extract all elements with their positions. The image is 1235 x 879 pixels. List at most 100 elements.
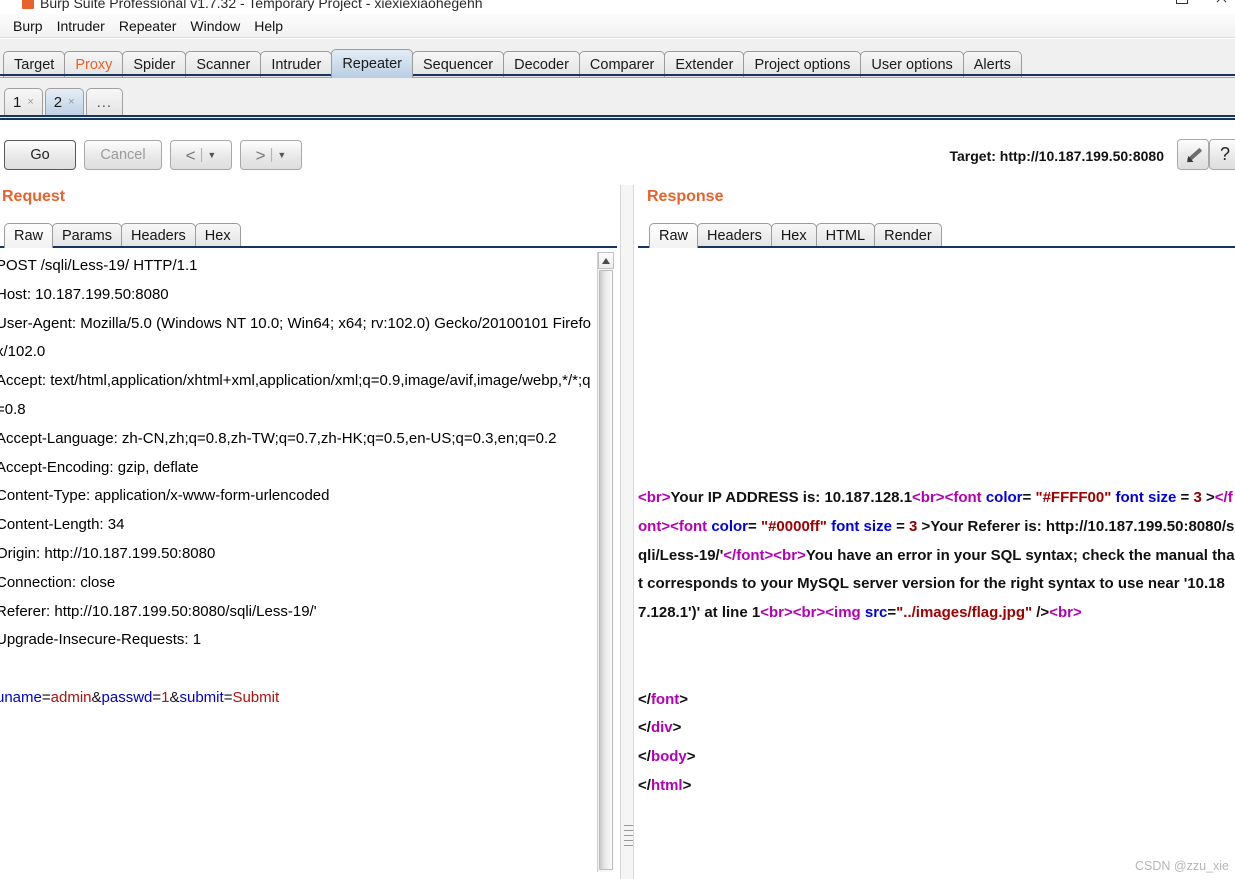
response-token-plain: >: [917, 517, 931, 535]
menu-item-window[interactable]: Window: [183, 16, 247, 36]
request-header-line: Connection: close: [0, 573, 116, 591]
request-header-line: Accept: text/html,application/xhtml+xml,…: [0, 372, 591, 418]
response-token-plain: Your IP ADDRESS is: 10.187.128.1: [670, 489, 913, 506]
response-tab-html[interactable]: HTML: [815, 223, 876, 248]
repeater-tabstrip-underline: [0, 115, 1235, 117]
response-token-tag: <font: [670, 517, 712, 535]
response-tab-hex[interactable]: Hex: [770, 223, 817, 248]
response-token-attr: font size: [826, 517, 892, 535]
request-header-line: Origin: http://10.187.199.50:8080: [0, 544, 216, 562]
edit-target-button[interactable]: [1177, 139, 1209, 170]
scroll-up-button[interactable]: [598, 252, 614, 269]
response-tab-headers[interactable]: Headers: [697, 223, 772, 248]
close-icon[interactable]: [1215, 0, 1229, 5]
response-token-tag: body: [650, 748, 687, 766]
cancel-button[interactable]: Cancel: [84, 140, 162, 170]
menu-item-help[interactable]: Help: [247, 16, 290, 36]
scrollbar-thumb[interactable]: [599, 270, 613, 870]
response-token-val: "#FFFF00": [1035, 489, 1112, 506]
close-icon[interactable]: ×: [27, 96, 33, 108]
request-header-line: Accept-Language: zh-CN,zh;q=0.8,zh-TW;q=…: [0, 429, 557, 447]
response-token-tag: <br>: [638, 489, 671, 506]
response-token-plain: =: [891, 517, 910, 535]
request-tab-raw[interactable]: Raw: [4, 223, 54, 248]
back-button[interactable]: < | ▼: [170, 140, 232, 170]
repeater-tab-label: 2: [53, 93, 63, 111]
response-token-attr: font size: [1111, 489, 1177, 506]
chevron-down-icon[interactable]: ▼: [277, 150, 286, 160]
panel-splitter[interactable]: [620, 185, 634, 879]
maximize-icon[interactable]: [1175, 0, 1189, 5]
response-tabs-underline: [638, 246, 1235, 248]
main-tab-strip: Target Proxy Spider Scanner Intruder Repeater…: [0, 39, 1235, 78]
response-token-tag: <br>: [773, 546, 806, 564]
request-header-line: Accept-Encoding: gzip, deflate: [0, 458, 199, 476]
response-token-tag: <br>: [1049, 604, 1082, 622]
repeater-tab-2[interactable]: 2 ×: [44, 88, 84, 115]
request-param-name: submit: [179, 688, 224, 706]
response-token-plain: >: [1201, 489, 1215, 506]
response-token-plain: =: [1176, 489, 1194, 506]
request-header-line: POST /sqli/Less-19/ HTTP/1.1: [0, 257, 198, 274]
request-tab-hex[interactable]: Hex: [194, 223, 241, 248]
watermark: CSDN @zzu_xie: [1135, 859, 1229, 873]
repeater-tab-1[interactable]: 1 ×: [4, 88, 43, 115]
response-token-plain: </: [638, 690, 651, 708]
request-header-line: Content-Type: application/x-www-form-url…: [0, 487, 330, 505]
new-repeater-tab-button[interactable]: ...: [85, 88, 124, 115]
response-token-plain: />: [1032, 604, 1050, 622]
request-param-separator: &: [169, 688, 180, 706]
chevron-right-icon: >: [255, 145, 266, 165]
response-token-tag: <br>: [912, 489, 945, 506]
repeater-toolbar: Go Cancel < | ▼ > | ▼ Target: http://10.…: [0, 126, 1235, 184]
response-token-val: "../images/flag.jpg": [896, 604, 1033, 622]
pencil-icon: [1185, 146, 1202, 163]
response-token-tag: <font: [944, 489, 986, 506]
request-tab-params[interactable]: Params: [52, 223, 122, 248]
response-tab-raw[interactable]: Raw: [649, 223, 699, 248]
menu-item-repeater[interactable]: Repeater: [112, 16, 184, 36]
request-editor[interactable]: POST /sqli/Less-19/ HTTP/1.1 Host: 10.18…: [0, 252, 592, 872]
response-token-tag: html: [650, 776, 683, 794]
help-button[interactable]: ?: [1209, 139, 1235, 170]
response-token-tag: </font>: [723, 546, 774, 564]
close-icon[interactable]: ×: [68, 96, 74, 108]
title-bar: Burp Suite Professional v1.7.32 - Tempor…: [0, 0, 1235, 14]
repeater-tab-strip: 1 × 2 ×...: [0, 78, 1235, 120]
menu-item-intruder[interactable]: Intruder: [50, 16, 112, 36]
chevron-up-icon: [602, 257, 610, 264]
go-button[interactable]: Go: [4, 140, 76, 170]
tab-repeater[interactable]: Repeater: [331, 49, 413, 78]
request-param-equals: =: [41, 688, 51, 706]
request-param-name: uname: [0, 688, 42, 706]
chevron-left-icon: <: [185, 145, 196, 165]
request-vertical-scrollbar[interactable]: [597, 252, 614, 872]
response-token-plain: >: [686, 748, 696, 766]
response-tab-render[interactable]: Render: [874, 223, 942, 248]
button-separator: |: [199, 147, 204, 163]
request-header-line: User-Agent: Mozilla/5.0 (Windows NT 10.0…: [0, 314, 591, 361]
forward-button[interactable]: > | ▼: [240, 140, 302, 170]
burp-logo-icon: [22, 0, 34, 9]
response-token-tag: div: [650, 719, 673, 737]
request-tab-headers[interactable]: Headers: [120, 223, 196, 248]
request-param-separator: &: [91, 688, 102, 706]
response-editor[interactable]: <br>Your IP ADDRESS is: 10.187.128.1<br>…: [638, 252, 1235, 872]
button-separator: |: [269, 147, 274, 163]
response-body: <br>Your IP ADDRESS is: 10.187.128.1<br>…: [638, 252, 1235, 628]
request-view-tabs: Raw Params Headers Hex: [4, 221, 241, 248]
response-closing-tag-line: </div>: [638, 719, 681, 736]
tabstrip-underline: [0, 74, 1235, 76]
chevron-down-icon[interactable]: ▼: [207, 150, 216, 160]
menu-item-burp[interactable]: Burp: [6, 16, 50, 36]
request-param-value: admin: [50, 688, 92, 706]
request-header-line: Host: 10.187.199.50:8080: [0, 285, 169, 303]
request-param-value: Submit: [232, 688, 280, 706]
response-token-attr: src: [864, 604, 888, 622]
repeater-tab-label: 1: [13, 93, 22, 111]
request-param-equals: =: [152, 688, 162, 706]
response-panel-title: Response: [647, 188, 724, 205]
response-token-plain: =: [1022, 489, 1036, 506]
request-body: uname=admin&passwd=1&submit=Submit: [0, 689, 279, 706]
menu-bar: Burp Intruder Repeater Window Help: [0, 14, 1235, 38]
